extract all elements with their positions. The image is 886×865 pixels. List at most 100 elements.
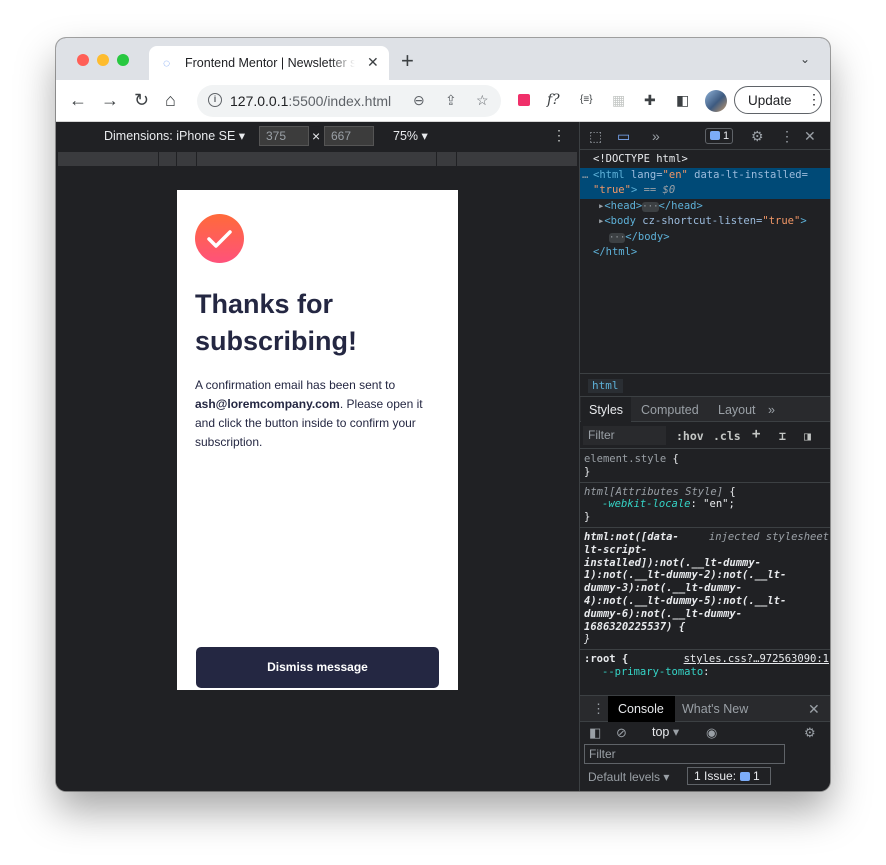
formula-extension-icon[interactable]: f? — [547, 92, 560, 108]
grid-extension-icon[interactable]: ▦ — [612, 92, 625, 108]
device-more-icon[interactable]: ⋮ — [552, 127, 566, 143]
profile-avatar[interactable] — [705, 90, 727, 112]
ruler-segment[interactable] — [158, 152, 176, 166]
close-window-button[interactable] — [77, 54, 89, 66]
reload-icon[interactable]: ↻ — [134, 90, 149, 110]
open-brace: { — [666, 453, 679, 465]
style-declaration[interactable]: -webkit-locale: "en"; — [584, 498, 827, 511]
dom-node-body[interactable]: ▸<body cz-shortcut-listen="true"> — [580, 214, 830, 230]
style-rule[interactable]: element.style { } — [580, 450, 830, 483]
node-ellipsis-icon: … — [582, 168, 589, 181]
close-devtools-icon[interactable]: ✕ — [804, 128, 816, 144]
new-rule-icon[interactable]: + — [752, 427, 760, 441]
sidebar-toggle-icon[interactable]: ◨ — [804, 429, 811, 443]
rule-selector-line: 1):not(.__lt-dummy-2):not(.__lt- — [584, 569, 787, 582]
address-bar[interactable]: i 127.0.0.1:5500/index.html ⊖ ⇪ ☆ — [197, 85, 501, 117]
tab-computed[interactable]: Computed — [641, 403, 699, 417]
console-sidebar-icon[interactable]: ◧ — [589, 725, 601, 741]
ruler-segment[interactable] — [176, 152, 196, 166]
hov-toggle[interactable]: :hov — [676, 429, 704, 443]
back-arrow-icon[interactable]: ← — [69, 90, 87, 110]
devtools-menu-icon[interactable]: ⋮ — [780, 128, 794, 144]
extension-pink-icon[interactable] — [518, 94, 530, 106]
lt-val: "true" — [593, 184, 631, 197]
device-toggle-icon[interactable]: ▭ — [617, 128, 630, 144]
tab-search-chevron-icon[interactable]: ⌄ — [800, 52, 810, 66]
puzzle-extensions-icon[interactable]: ✚ — [644, 92, 656, 108]
issues-badge[interactable]: 1 — [705, 128, 733, 144]
ruler-segment[interactable] — [436, 152, 456, 166]
device-height-input[interactable]: 667 — [324, 126, 374, 146]
tab-styles[interactable]: Styles — [589, 403, 623, 417]
paint-icon[interactable]: ⌶ — [779, 429, 786, 443]
body-gt: > — [800, 215, 807, 228]
media-query-ruler[interactable] — [58, 152, 577, 166]
page-title: Thanks for subscribing! — [195, 289, 358, 356]
clear-console-icon[interactable]: ⊘ — [616, 725, 627, 741]
dom-node-head[interactable]: ▸<head>···</head> — [580, 199, 830, 215]
zoom-value: 75% — [393, 129, 419, 143]
styles-filter-input[interactable]: Filter — [583, 426, 666, 445]
dom-tree: <!DOCTYPE html> … <html lang="en" data-l… — [580, 152, 830, 261]
tab-whats-new[interactable]: What's New — [682, 702, 748, 716]
style-rule[interactable]: html:not([data-injected stylesheet lt-sc… — [580, 528, 830, 651]
rule-source-link[interactable]: styles.css?…972563090:1 — [684, 653, 829, 666]
ruler-segment[interactable] — [196, 152, 436, 166]
forward-arrow-icon[interactable]: → — [101, 90, 119, 110]
style-rule[interactable]: :root { styles.css?…972563090:1 --primary… — [580, 650, 830, 682]
minimize-window-button[interactable] — [97, 54, 109, 66]
site-info-icon[interactable]: i — [208, 93, 222, 107]
inspect-element-icon[interactable]: ⬚ — [589, 128, 602, 144]
prop-name: --primary-tomato — [602, 665, 704, 678]
new-tab-button[interactable]: + — [401, 50, 414, 72]
context-select[interactable]: top ▾ — [652, 725, 679, 739]
dom-node-body-close[interactable]: ···</body> — [580, 230, 830, 246]
update-button[interactable]: Update ⋮ — [734, 86, 822, 114]
address-url[interactable]: 127.0.0.1:5500/index.html — [230, 93, 391, 109]
home-icon[interactable]: ⌂ — [165, 90, 176, 110]
collapsed-ellipsis[interactable]: ··· — [642, 201, 659, 212]
issues-count: 1 — [723, 130, 730, 142]
issues-counter[interactable]: 1 Issue: 1 — [687, 767, 771, 785]
rule-selector: html[Attributes Style] — [584, 485, 724, 498]
cls-toggle[interactable]: .cls — [713, 429, 741, 443]
more-subtabs-icon[interactable]: » — [768, 403, 775, 417]
dom-node-doctype[interactable]: <!DOCTYPE html> — [580, 152, 830, 168]
close-drawer-icon[interactable]: ✕ — [808, 701, 820, 717]
zoom-icon[interactable]: ⊖ — [413, 92, 425, 108]
console-filter-input[interactable]: Filter — [584, 744, 785, 764]
browser-tab[interactable]: ◌ Frontend Mentor | Newsletter sign-up f… — [149, 46, 389, 80]
json-extension-icon[interactable]: {≡} — [580, 92, 593, 108]
console-settings-icon[interactable]: ⚙ — [804, 725, 816, 741]
drawer-menu-icon[interactable]: ⋮ — [592, 701, 605, 717]
tab-close-icon[interactable]: ✕ — [367, 54, 379, 70]
settings-gear-icon[interactable]: ⚙ — [751, 128, 764, 144]
live-expression-eye-icon[interactable]: ◉ — [706, 725, 717, 741]
style-declaration[interactable]: --primary-tomato: — [584, 666, 827, 679]
device-width-input[interactable]: 375 — [259, 126, 309, 146]
dismiss-message-button[interactable]: Dismiss message — [196, 647, 439, 688]
dom-node-html-close[interactable]: </html> — [580, 245, 830, 261]
close-brace: } — [584, 511, 591, 524]
breadcrumb-html[interactable]: html — [588, 379, 623, 393]
rule-selector: :root { — [584, 653, 629, 666]
sidepanel-icon[interactable]: ◧ — [676, 92, 689, 108]
maximize-window-button[interactable] — [117, 54, 129, 66]
context-value: top — [652, 725, 670, 739]
collapsed-ellipsis[interactable]: ··· — [609, 232, 626, 243]
dimension-times: × — [312, 128, 321, 144]
tab-console[interactable]: Console — [618, 702, 664, 716]
prop-colon: : — [703, 665, 710, 678]
tab-layout[interactable]: Layout — [718, 403, 756, 417]
zoom-select[interactable]: 75% ▾ — [393, 129, 428, 143]
log-levels-select[interactable]: Default levels ▾ — [588, 770, 669, 784]
rule-selector-line: 4):not(.__lt-dummy-5):not(.__lt- — [584, 594, 787, 607]
device-name: Dimensions: iPhone SE — [104, 129, 236, 143]
ruler-segment[interactable] — [456, 152, 476, 166]
dom-node-html[interactable]: … <html lang="en" data-lt-installed= "tr… — [580, 167, 830, 199]
style-rule[interactable]: html[Attributes Style] { -webkit-locale:… — [580, 483, 830, 528]
device-dimensions-select[interactable]: Dimensions: iPhone SE ▾ — [104, 129, 245, 143]
more-tabs-icon[interactable]: » — [652, 128, 660, 144]
share-icon[interactable]: ⇪ — [445, 92, 457, 108]
bookmark-star-icon[interactable]: ☆ — [476, 92, 489, 108]
